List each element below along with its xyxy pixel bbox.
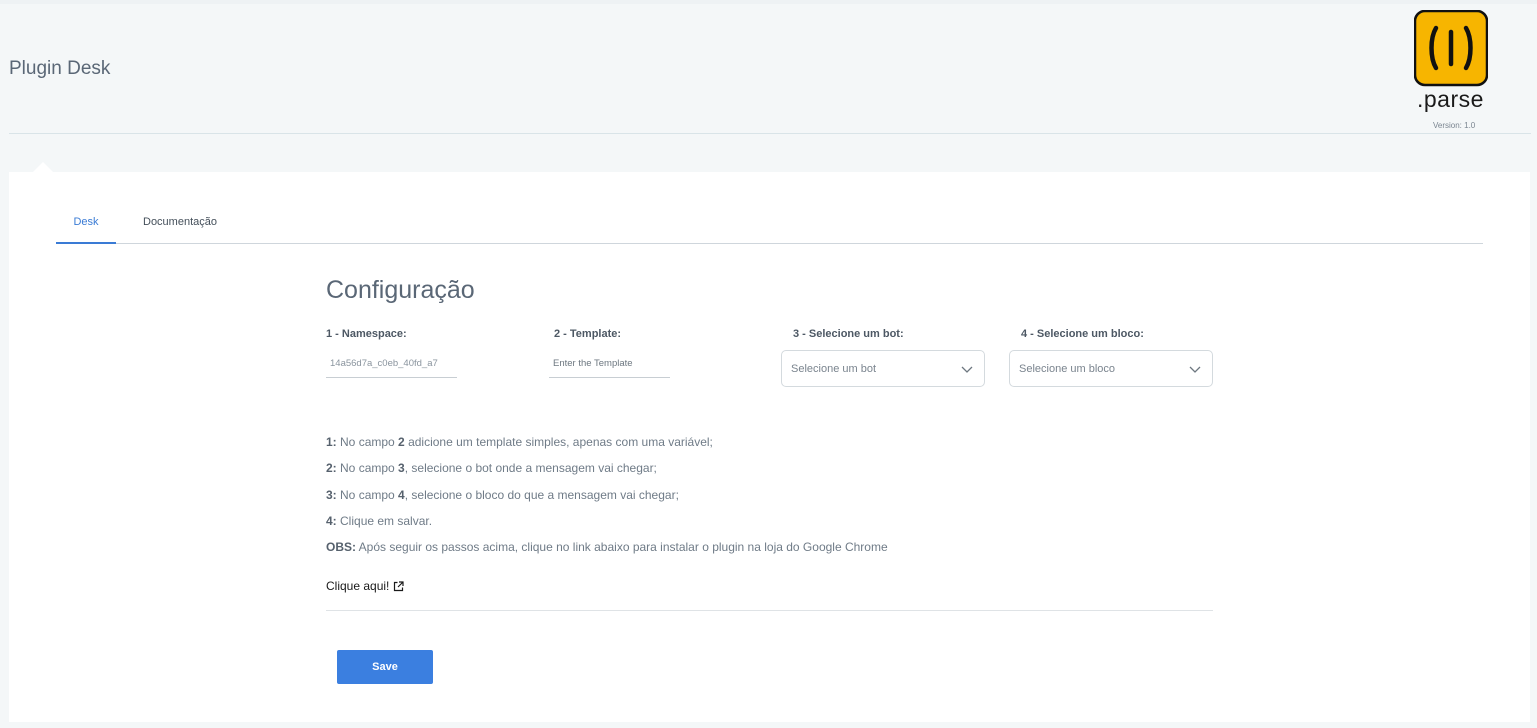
namespace-label: 1 - Namespace: bbox=[326, 328, 407, 340]
tab-desk[interactable]: Desk bbox=[56, 214, 116, 244]
parse-logo-icon bbox=[1414, 10, 1488, 87]
instruction-step: 2: No campo 3, selecione o bot onde a me… bbox=[326, 461, 657, 476]
form-divider bbox=[326, 610, 1213, 611]
config-title: Configuração bbox=[326, 276, 475, 304]
version-label: Version: 1.0 bbox=[1433, 121, 1476, 130]
tab-bar: Desk Documentação bbox=[56, 214, 1483, 244]
bot-select-value: Selecione um bot bbox=[791, 363, 876, 375]
chevron-down-icon bbox=[961, 366, 973, 373]
chrome-store-link[interactable]: Clique aqui! bbox=[326, 579, 404, 593]
tab-documentacao[interactable]: Documentação bbox=[134, 214, 226, 244]
block-select[interactable]: Selecione um bloco bbox=[1009, 350, 1213, 387]
chevron-down-icon bbox=[1189, 366, 1201, 373]
logo-text: .parse bbox=[1417, 86, 1484, 112]
external-link-icon bbox=[394, 580, 404, 591]
instruction-step: 1: No campo 2 adicione um template simpl… bbox=[326, 435, 713, 449]
card-notch bbox=[33, 162, 53, 172]
main-card: Desk Documentação Configuração 1 - Names… bbox=[9, 172, 1530, 722]
template-label: 2 - Template: bbox=[554, 328, 622, 340]
block-label: 4 - Selecione um bloco: bbox=[1021, 328, 1144, 340]
namespace-input[interactable] bbox=[326, 350, 457, 378]
header-divider bbox=[9, 133, 1531, 134]
obs-note: OBS: Após seguir os passos acima, clique… bbox=[326, 540, 888, 555]
top-band bbox=[0, 0, 1537, 4]
bot-label: 3 - Selecione um bot: bbox=[793, 328, 904, 340]
app-title: Plugin Desk bbox=[9, 58, 111, 79]
parse-logo: .parse Version: 1.0 bbox=[1405, 8, 1501, 132]
block-select-value: Selecione um bloco bbox=[1019, 363, 1116, 375]
instructions: 1: No campo 2 adicione um template simpl… bbox=[326, 434, 888, 565]
link-label: Clique aqui! bbox=[326, 579, 390, 593]
template-input[interactable] bbox=[549, 350, 670, 378]
instruction-step: 4: Clique em salvar. bbox=[326, 513, 433, 528]
instruction-step: 3: No campo 4, selecione o bloco do que … bbox=[326, 487, 679, 502]
bot-select[interactable]: Selecione um bot bbox=[781, 350, 985, 387]
save-button[interactable]: Save bbox=[337, 650, 433, 684]
